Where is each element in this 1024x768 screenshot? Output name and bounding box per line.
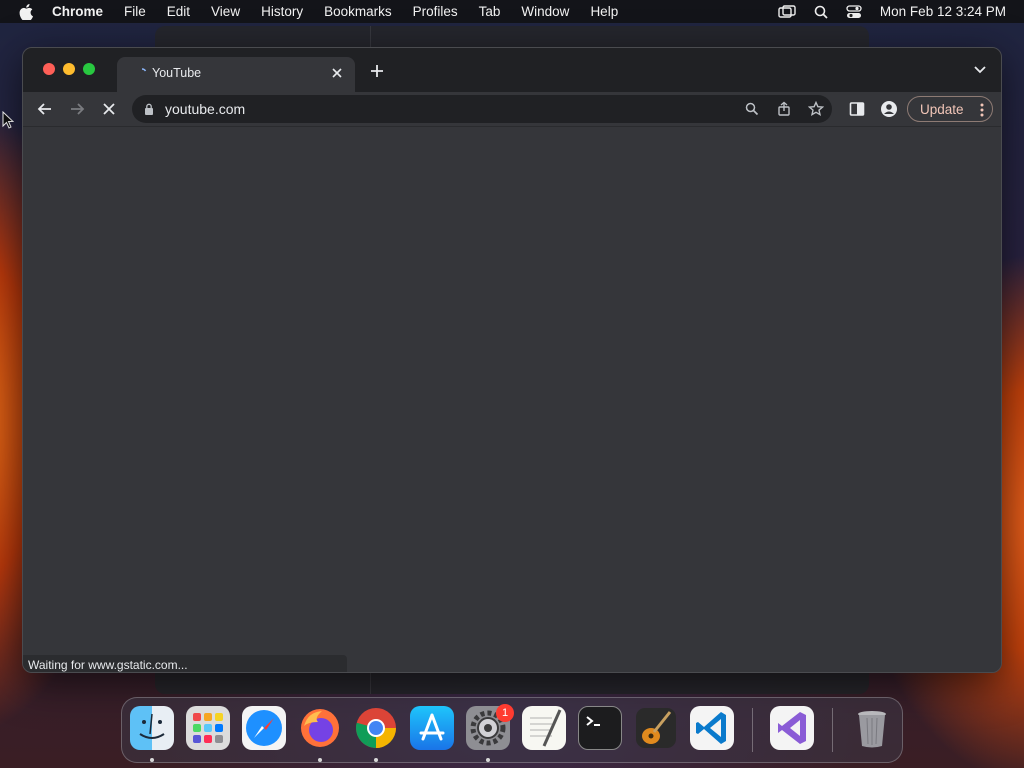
new-tab-icon[interactable] — [369, 63, 385, 79]
firefox-running-indicator — [318, 758, 322, 762]
menu-view[interactable]: View — [211, 4, 240, 19]
chrome-running-indicator — [374, 758, 378, 762]
dock: 1 — [121, 697, 903, 763]
app-store-a-icon — [419, 713, 445, 741]
control-center-icon[interactable] — [846, 4, 862, 19]
profile-avatar-icon[interactable] — [880, 100, 898, 118]
settings-running-indicator — [486, 758, 490, 762]
mouse-cursor-icon — [2, 111, 14, 129]
bookmark-star-icon[interactable] — [808, 101, 824, 117]
launchpad-grid-icon — [193, 713, 223, 743]
chrome-window: YouTube youtube.com Update Waiting for w… — [22, 47, 1002, 673]
menu-edit[interactable]: Edit — [167, 4, 190, 19]
address-bar[interactable]: youtube.com — [132, 95, 832, 123]
dock-chrome-icon[interactable] — [354, 706, 398, 750]
firefox-logo-icon — [301, 709, 339, 747]
tab-title: YouTube — [152, 66, 202, 80]
dock-trash-icon[interactable] — [850, 706, 894, 750]
zoom-window-button[interactable] — [83, 63, 95, 75]
menu-bookmarks[interactable]: Bookmarks — [324, 4, 392, 19]
dock-system-settings-icon[interactable]: 1 — [466, 704, 514, 750]
search-icon[interactable] — [814, 5, 828, 19]
screen-mirroring-icon[interactable] — [778, 4, 796, 19]
page-content-area[interactable]: Waiting for www.gstatic.com... — [23, 126, 1001, 672]
menu-app-name[interactable]: Chrome — [52, 4, 103, 19]
apple-logo-icon[interactable] — [19, 3, 33, 20]
zoom-search-icon[interactable] — [744, 101, 760, 117]
vscode-logo-icon — [696, 712, 726, 744]
notification-badge: 1 — [496, 704, 514, 722]
address-url[interactable]: youtube.com — [165, 101, 245, 117]
stop-loading-icon[interactable] — [100, 100, 118, 118]
dock-separator — [752, 708, 753, 752]
dock-finder-icon[interactable] — [130, 706, 174, 750]
trash-can-icon — [858, 711, 886, 748]
more-menu-icon[interactable] — [980, 103, 984, 117]
menu-bar: Chrome File Edit View History Bookmarks … — [0, 0, 1024, 23]
safari-compass-icon — [246, 710, 282, 746]
share-icon[interactable] — [776, 101, 792, 117]
finder-face-icon — [139, 713, 165, 739]
loading-spinner-icon — [141, 68, 147, 72]
menubar-clock[interactable]: Mon Feb 12 3:24 PM — [880, 4, 1006, 19]
menu-window[interactable]: Window — [521, 4, 569, 19]
textedit-pen-icon — [530, 709, 562, 747]
dock-terminal-icon[interactable] — [578, 706, 622, 750]
dock-safari-icon[interactable] — [242, 706, 286, 750]
menu-history[interactable]: History — [261, 4, 303, 19]
dock-launchpad-icon[interactable] — [186, 706, 230, 750]
menu-help[interactable]: Help — [590, 4, 618, 19]
menu-profiles[interactable]: Profiles — [413, 4, 458, 19]
guitar-icon — [636, 708, 676, 748]
minimize-window-button[interactable] — [63, 63, 75, 75]
forward-arrow-icon[interactable] — [68, 100, 86, 118]
dock-vscode-icon[interactable] — [690, 706, 734, 750]
lock-icon[interactable] — [144, 103, 154, 115]
tab-youtube[interactable]: YouTube — [117, 57, 355, 92]
menu-tab[interactable]: Tab — [479, 4, 501, 19]
close-tab-icon[interactable] — [329, 65, 345, 81]
menu-file[interactable]: File — [124, 4, 146, 19]
chrome-logo-icon — [356, 708, 396, 748]
browser-toolbar: youtube.com Update — [23, 92, 1001, 126]
dock-firefox-icon[interactable] — [298, 706, 342, 750]
dock-textedit-icon[interactable] — [522, 706, 566, 750]
update-chrome-button[interactable]: Update — [907, 96, 993, 122]
tab-search-chevron-down-icon[interactable] — [973, 64, 987, 76]
close-window-button[interactable] — [43, 63, 55, 75]
visual-studio-logo-icon — [778, 712, 806, 744]
dock-visual-studio-icon[interactable] — [770, 706, 814, 750]
back-arrow-icon[interactable] — [36, 100, 54, 118]
tab-strip: YouTube — [23, 48, 1001, 92]
terminal-prompt-icon — [586, 716, 600, 726]
side-panel-icon[interactable] — [848, 100, 866, 118]
status-bubble: Waiting for www.gstatic.com... — [23, 655, 347, 672]
dock-garageband-icon[interactable] — [634, 706, 678, 750]
dock-app-store-icon[interactable] — [410, 706, 454, 750]
update-button-label: Update — [920, 102, 964, 117]
finder-running-indicator — [150, 758, 154, 762]
status-text: Waiting for www.gstatic.com... — [28, 658, 188, 672]
dock-separator-trash — [832, 708, 833, 752]
